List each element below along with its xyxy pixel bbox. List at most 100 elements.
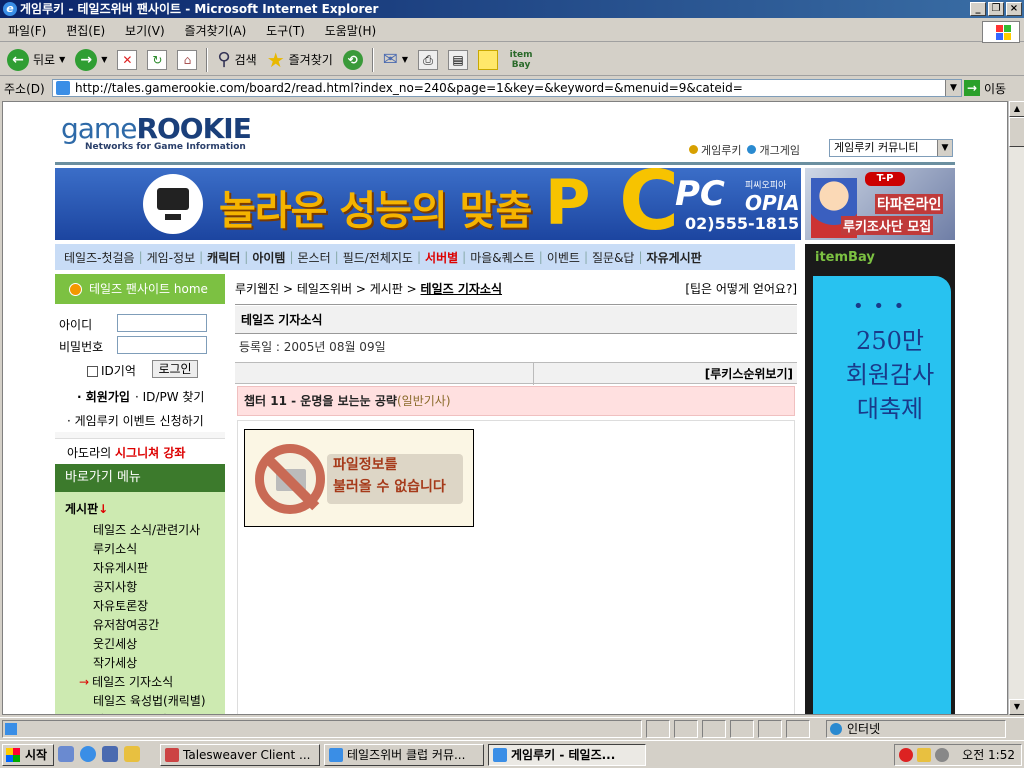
menu-edit[interactable]: 편집(E) (58, 20, 113, 42)
login-button[interactable]: 로그인 (152, 360, 198, 378)
address-input[interactable]: http://tales.gamerookie.com/board2/read.… (52, 79, 962, 97)
community-select[interactable]: 게임루키 커뮤니티 ▼ (829, 139, 953, 157)
star-icon: ★ (266, 47, 285, 72)
board-item[interactable]: 공지사항 (93, 579, 137, 595)
ie-icon (329, 748, 343, 762)
mail-button[interactable]: ✉ ▼ (380, 47, 411, 73)
event-apply-link[interactable]: · 게임루키 이벤트 신청하기 (67, 412, 204, 429)
search-button[interactable]: ⚲ 검색 (214, 47, 259, 73)
nav-item[interactable]: 필드/전체지도 (342, 249, 414, 266)
print-button[interactable]: ⎙ (415, 47, 441, 73)
window-title: 게임루키 - 테일즈위버 팬사이트 - Microsoft Internet E… (20, 2, 379, 16)
board-item[interactable]: 테일즈 소식/관련기사 (93, 522, 200, 538)
task-talesweaver-club[interactable]: 테일즈위버 클럽 커뮤... (324, 744, 484, 766)
tapa-online-ad[interactable]: T-P 타파온라인 루키조사단 모집 (805, 168, 955, 240)
board-item[interactable]: 유저참여공간 (93, 617, 159, 633)
restore-button[interactable]: ❐ (988, 2, 1004, 16)
itembay-button[interactable]: item Bay (505, 47, 537, 73)
id-input[interactable] (117, 314, 207, 332)
nav-separator: | (583, 250, 588, 264)
board-item[interactable]: 웃긴세상 (93, 636, 137, 652)
forward-button[interactable]: → ▼ (72, 47, 110, 73)
nav-item[interactable]: 이벤트 (546, 249, 581, 266)
board-item[interactable]: 작가세상 (93, 655, 137, 671)
scroll-down-icon[interactable]: ▼ (1009, 699, 1024, 715)
history-button[interactable]: ⟲ (340, 47, 366, 73)
password-input[interactable] (117, 336, 207, 354)
toolbar: ← 뒤로 ▼ → ▼ ✕ ↻ ⌂ ⚲ 검색 ★ 즐겨찾기 ⟲ ✉ ▼ ⎙ ▤ item… (0, 44, 1024, 76)
join-link[interactable]: · 회원가입 (77, 388, 130, 405)
tip-link[interactable]: [팁은 어떻게 얻어요?] (685, 280, 797, 297)
board-item[interactable]: 테일즈 공략/팁 (93, 712, 167, 714)
favorites-button[interactable]: ★ 즐겨찾기 (264, 47, 336, 73)
scroll-up-icon[interactable]: ▲ (1009, 101, 1024, 117)
nav-item[interactable]: 게임-정보 (146, 249, 197, 266)
site-logo[interactable]: gameROOKIE (61, 112, 252, 145)
close-button[interactable]: × (1006, 2, 1022, 16)
edit-button[interactable]: ▤ (445, 47, 471, 73)
nav-item[interactable]: 질문&답 (591, 249, 635, 266)
itembay-logo[interactable]: itemBay (815, 250, 875, 265)
tray-icon[interactable] (899, 748, 913, 762)
globe-icon (830, 723, 842, 735)
itembay-icon: item Bay (509, 49, 533, 70)
ie-icon[interactable] (80, 746, 96, 762)
scroll-thumb[interactable] (1009, 117, 1024, 147)
folder-icon[interactable] (124, 746, 140, 762)
minimize-button[interactable]: _ (970, 2, 986, 16)
task-talesweaver-client[interactable]: Talesweaver Client ... (160, 744, 320, 766)
nav-item[interactable]: 테일즈-첫걸음 (63, 249, 136, 266)
nav-item[interactable]: 마을&퀘스트 (469, 249, 536, 266)
menu-file[interactable]: 파일(F) (0, 20, 54, 42)
menu-favorites[interactable]: 즐겨찾기(A) (177, 20, 255, 42)
go-button[interactable]: → 이동 (964, 77, 1006, 99)
rookie-rank-link[interactable]: [루키스순위보기] (705, 363, 793, 385)
start-button[interactable]: 시작 (2, 744, 54, 766)
top-links: 게임루키 개그게임 (689, 142, 800, 158)
tapa-line2: 루키조사단 모집 (841, 216, 934, 235)
stop-button[interactable]: ✕ (114, 47, 140, 73)
board-item[interactable]: 루키소식 (93, 541, 137, 557)
board-item[interactable]: → 테일즈 기자소식 (79, 674, 173, 690)
shield-icon[interactable] (917, 748, 931, 762)
play-icon (69, 283, 82, 296)
toplink-gamerookie[interactable]: 게임루키 (689, 142, 741, 158)
back-button[interactable]: ← 뒤로 ▼ (4, 47, 68, 73)
id-label: 아이디 (59, 318, 93, 332)
category-title: 테일즈 기자소식 (235, 306, 797, 334)
itembay-ad[interactable]: • • • 250만 회원감사 대축제 (813, 276, 951, 714)
nav-item[interactable]: 몬스터 (297, 249, 332, 266)
board-item[interactable]: 자유토론장 (93, 598, 148, 614)
breadcrumb-current[interactable]: 테일즈 기자소식 (421, 282, 502, 296)
address-dropdown-icon[interactable]: ▼ (945, 80, 961, 96)
fan-home-link[interactable]: 테일즈 팬사이트 home (55, 274, 225, 304)
ie-icon (493, 748, 507, 762)
nav-separator: | (244, 250, 249, 264)
tray-icon[interactable] (935, 748, 949, 762)
media-icon[interactable] (102, 746, 118, 762)
nav-separator: | (538, 250, 543, 264)
task-gamerookie[interactable]: 게임루키 - 테일즈... (488, 744, 646, 766)
menu-help[interactable]: 도움말(H) (317, 20, 385, 42)
nav-item[interactable]: 서버별 (424, 249, 459, 266)
nav-item[interactable]: 캐릭터 (206, 249, 241, 266)
refresh-button[interactable]: ↻ (144, 47, 170, 73)
nav-item[interactable]: 자유게시판 (646, 249, 703, 266)
find-idpw-link[interactable]: · ID/PW 찾기 (135, 388, 204, 405)
nav-item[interactable]: 아이템 (251, 249, 286, 266)
menu-tools[interactable]: 도구(T) (258, 20, 313, 42)
vertical-scrollbar[interactable]: ▲ ▼ (1008, 101, 1024, 715)
home-button[interactable]: ⌂ (174, 47, 200, 73)
current-arrow-icon: → (79, 675, 90, 689)
status-cell (674, 720, 698, 738)
notes-button[interactable] (475, 47, 501, 73)
board-item[interactable]: 자유게시판 (93, 560, 148, 576)
remember-id-checkbox[interactable] (87, 366, 98, 377)
toplink-gaggame[interactable]: 개그게임 (747, 142, 800, 158)
board-item[interactable]: 테일즈 육성법(캐릭별) (93, 693, 206, 709)
signature-lecture-link[interactable]: 아도라의 시그니쳐 강좌 (55, 438, 225, 466)
desktop-icon[interactable] (58, 746, 74, 762)
pcopia-banner[interactable]: 놀라운 성능의 맞춤 P C PC 피씨오피아 OPIA 02)555-1815 (55, 168, 801, 240)
menu-view[interactable]: 보기(V) (117, 20, 173, 42)
system-tray: 오전 1:52 (894, 744, 1022, 766)
